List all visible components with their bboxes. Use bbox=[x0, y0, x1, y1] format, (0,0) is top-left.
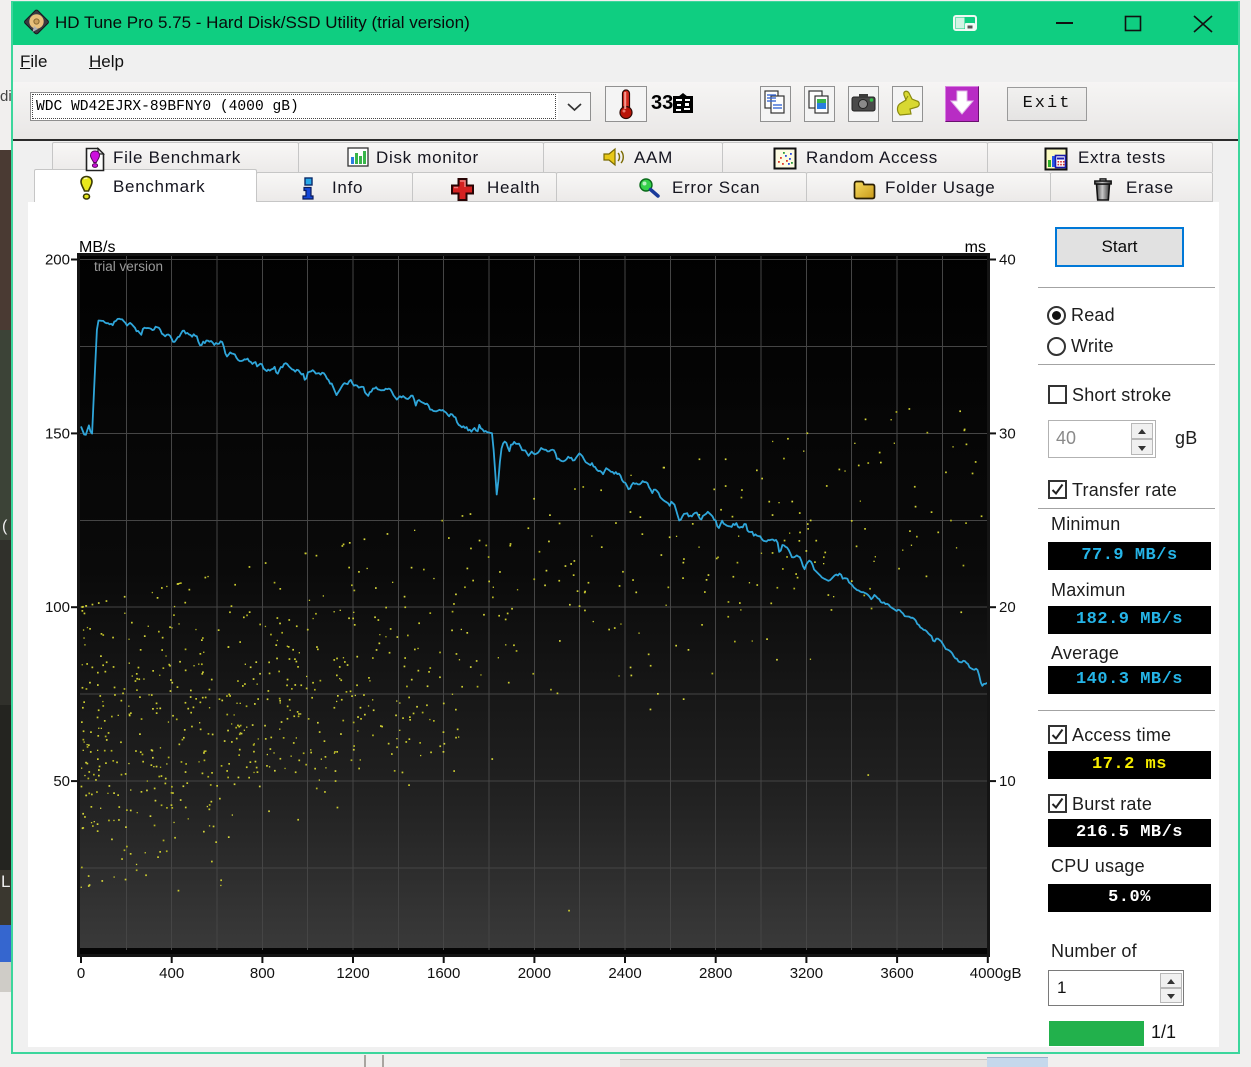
svg-text:200: 200 bbox=[45, 252, 70, 269]
svg-text:1200: 1200 bbox=[336, 965, 369, 982]
svg-text:400: 400 bbox=[159, 965, 184, 982]
svg-text:3200: 3200 bbox=[790, 965, 823, 982]
svg-text:4000gB: 4000gB bbox=[970, 965, 1022, 982]
svg-text:1600: 1600 bbox=[427, 965, 460, 982]
svg-text:20: 20 bbox=[999, 599, 1016, 616]
svg-text:800: 800 bbox=[250, 965, 275, 982]
svg-text:40: 40 bbox=[999, 252, 1016, 269]
svg-text:ms: ms bbox=[965, 239, 986, 256]
svg-text:3600: 3600 bbox=[880, 965, 913, 982]
svg-text:50: 50 bbox=[53, 773, 70, 790]
svg-text:2800: 2800 bbox=[699, 965, 732, 982]
svg-text:0: 0 bbox=[77, 965, 85, 982]
svg-text:2000: 2000 bbox=[518, 965, 551, 982]
svg-text:30: 30 bbox=[999, 425, 1016, 442]
svg-text:10: 10 bbox=[999, 773, 1016, 790]
svg-text:MB/s: MB/s bbox=[79, 239, 115, 256]
svg-text:150: 150 bbox=[45, 425, 70, 442]
svg-text:100: 100 bbox=[45, 599, 70, 616]
svg-text:2400: 2400 bbox=[608, 965, 641, 982]
svg-text:trial version: trial version bbox=[94, 259, 163, 274]
